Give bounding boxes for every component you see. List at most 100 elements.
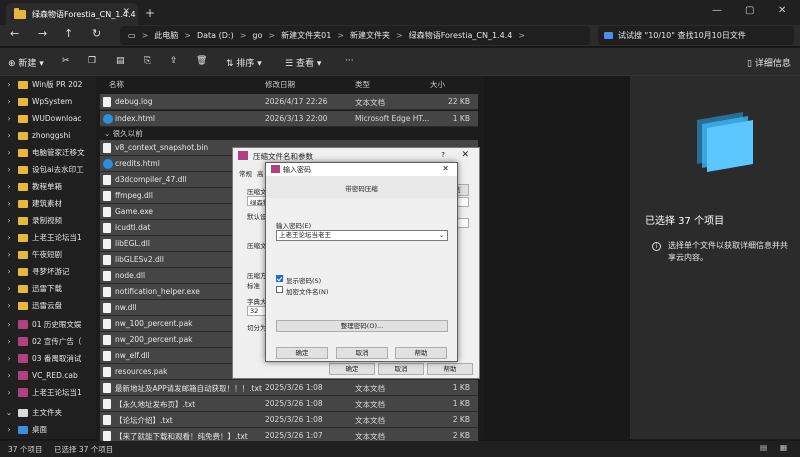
column-type[interactable]: 类型 [355,79,370,90]
forward-arrow-icon[interactable]: → [38,27,47,40]
back-arrow-icon[interactable]: ← [10,27,19,40]
chevron-right-icon[interactable]: › [0,80,18,89]
breadcrumb-new-folder[interactable]: 新建文件夹 [350,30,390,41]
chevron-right-icon[interactable]: › [0,148,18,157]
chevron-right-icon[interactable]: › [0,97,18,106]
chevron-right-icon[interactable]: › [0,337,18,346]
sidebar-item[interactable]: › 迅雷云盘 [0,297,96,314]
group-header[interactable]: ⌄ 很久以前 [104,128,143,139]
new-button[interactable]: ⊕ 新建 ▾ [8,56,44,69]
chevron-right-icon[interactable]: › [0,354,18,363]
sidebar-item[interactable]: › 午夜短剧 [0,246,96,263]
dictionary-size-input[interactable]: 32 [247,306,267,316]
sidebar-item[interactable]: › 寻梦坏游记 [0,263,96,280]
sidebar-item[interactable]: › 桌面 [0,421,96,438]
copy-icon[interactable]: ❐ [88,56,96,66]
sidebar-item[interactable]: › 上老王论坛当1 [0,384,96,401]
chevron-right-icon[interactable]: › [0,199,18,208]
breadcrumb-data-d[interactable]: Data (D:) [197,31,234,40]
file-row[interactable]: index.html 2026/3/13 22:00 Microsoft Edge … [100,111,478,127]
file-row[interactable]: 【永久地址发布页】.txt 2025/3/26 1:08 文本文档 1 KB [100,396,478,412]
sidebar-item[interactable]: › Win版 PR 202 [0,76,96,93]
chevron-right-icon[interactable]: › [0,301,18,310]
tab-close-icon[interactable]: ✕ [122,7,130,17]
sidebar-item[interactable]: › 建筑素材 [0,195,96,212]
password-input[interactable]: 上老王论坛当老王 ⌄ [276,230,448,241]
help-mark[interactable]: ? [441,151,445,159]
breadcrumb-this-pc[interactable]: 此电脑 [154,30,178,41]
up-arrow-icon[interactable]: ↑ [64,27,73,40]
sidebar-item[interactable]: › 录制视频 [0,212,96,229]
search-box[interactable]: 试试搜 "10/10" 查找10月10日文件 [598,26,794,45]
chevron-right-icon[interactable]: › [0,165,18,174]
sidebar-item[interactable]: › 02 宣传广告（ [0,333,96,350]
sidebar-item[interactable]: › 迅雷下载 [0,280,96,297]
file-row[interactable]: 最新地址及APP请发邮箱自动获取！！！.txt 2025/3/26 1:08 文本文… [100,380,478,396]
breadcrumb-go[interactable]: go [252,31,262,40]
chevron-down-icon[interactable]: ⌄ [439,231,444,240]
breadcrumb-new-folder-01[interactable]: 新建文件夹01 [281,30,331,41]
compress-dialog-close-icon[interactable]: ✕ [461,150,469,160]
chevron-right-icon[interactable]: › [0,250,18,259]
column-date[interactable]: 修改日期 [265,79,295,90]
sidebar-item[interactable]: ⌄ 主文件夹 [0,404,96,421]
paste-icon[interactable]: ▤ [116,56,125,66]
sidebar-item[interactable]: › 电脑管家迁移文 [0,144,96,161]
organize-passwords-button[interactable]: 整理密码(O)... [276,320,448,332]
chevron-right-icon[interactable]: › [0,182,18,191]
refresh-icon[interactable]: ↻ [92,27,101,40]
sidebar-item[interactable]: › 设包ai去水印工 [0,161,96,178]
details-view-icon[interactable]: ▤ [760,443,767,452]
compress-ok-button[interactable]: 确定 [329,363,375,375]
chevron-right-icon[interactable]: › [0,284,18,293]
breadcrumb-forestia[interactable]: 绿森物语Forestia_CN_1.4.4 [409,30,513,41]
details-pane-button[interactable]: ▯ 详细信息 [747,56,791,69]
file-row[interactable]: debug.log 2026/4/17 22:26 文本文档 22 KB [100,94,478,110]
sort-button[interactable]: ⇅ 排序 ▾ [226,56,262,69]
maximize-button[interactable]: ▢ [745,5,754,16]
compress-help-button[interactable]: 帮助 [427,363,473,375]
minimize-button[interactable]: — [712,5,722,16]
new-tab-button[interactable]: + [145,6,155,20]
chevron-right-icon[interactable]: › [0,425,18,434]
chevron-right-icon[interactable]: › [0,320,18,329]
password-cancel-button[interactable]: 取消 [336,347,388,359]
chevron-right-icon[interactable]: › [0,114,18,123]
show-password-checkbox[interactable] [276,275,283,282]
sidebar-item[interactable]: › 03 番禺取消试 [0,350,96,367]
method-value[interactable]: 标准 [247,280,260,290]
chevron-right-icon[interactable]: › [0,131,18,140]
tiles-view-icon[interactable]: ▦ [780,443,787,452]
chevron-right-icon[interactable]: › [0,216,18,225]
column-size[interactable]: 大小 [430,79,445,90]
cut-icon[interactable]: ✂ [62,56,70,66]
column-name[interactable]: 名称 [109,79,124,90]
tab-general[interactable]: 常规 [239,168,252,178]
password-dialog-close-icon[interactable]: ✕ [442,164,449,173]
sidebar-item[interactable]: › 上老王论坛当1 [0,229,96,246]
view-button[interactable]: ☰ 查看 ▾ [285,56,321,69]
file-row[interactable]: 【论坛介绍】.txt 2025/3/26 1:08 文本文档 2 KB [100,412,478,428]
tab-advanced[interactable]: 高 [257,168,264,178]
sidebar-item[interactable]: › zhonggshi [0,127,96,144]
more-button[interactable]: ··· [345,56,354,66]
sidebar-item[interactable]: › WpSystem [0,93,96,110]
chevron-right-icon[interactable]: ⌄ [0,408,18,417]
delete-icon[interactable]: 🗑 [196,56,207,66]
sidebar-item[interactable]: › WUDownloac [0,110,96,127]
encrypt-names-checkbox[interactable] [276,286,283,293]
sidebar-item[interactable]: › VC_RED.cab [0,367,96,384]
chevron-right-icon[interactable]: › [0,267,18,276]
chevron-right-icon[interactable]: › [0,388,18,397]
password-ok-button[interactable]: 确定 [276,347,328,359]
rename-icon[interactable]: ⎘ [144,56,151,66]
chevron-right-icon[interactable]: › [0,371,18,380]
password-help-button[interactable]: 帮助 [395,347,447,359]
close-button[interactable]: ✕ [778,5,786,16]
chevron-right-icon[interactable]: › [0,233,18,242]
tab-forestia[interactable]: 绿森物语Forestia_CN_1.4.4 ✕ [6,3,138,25]
compress-cancel-button[interactable]: 取消 [378,363,424,375]
share-icon[interactable]: ⇪ [170,56,178,66]
sidebar-item[interactable]: › 教程单箱 [0,178,96,195]
address-bar[interactable]: ▭ > 此电脑 > Data (D:) > go > 新建文件夹01 > 新建文… [120,26,590,45]
